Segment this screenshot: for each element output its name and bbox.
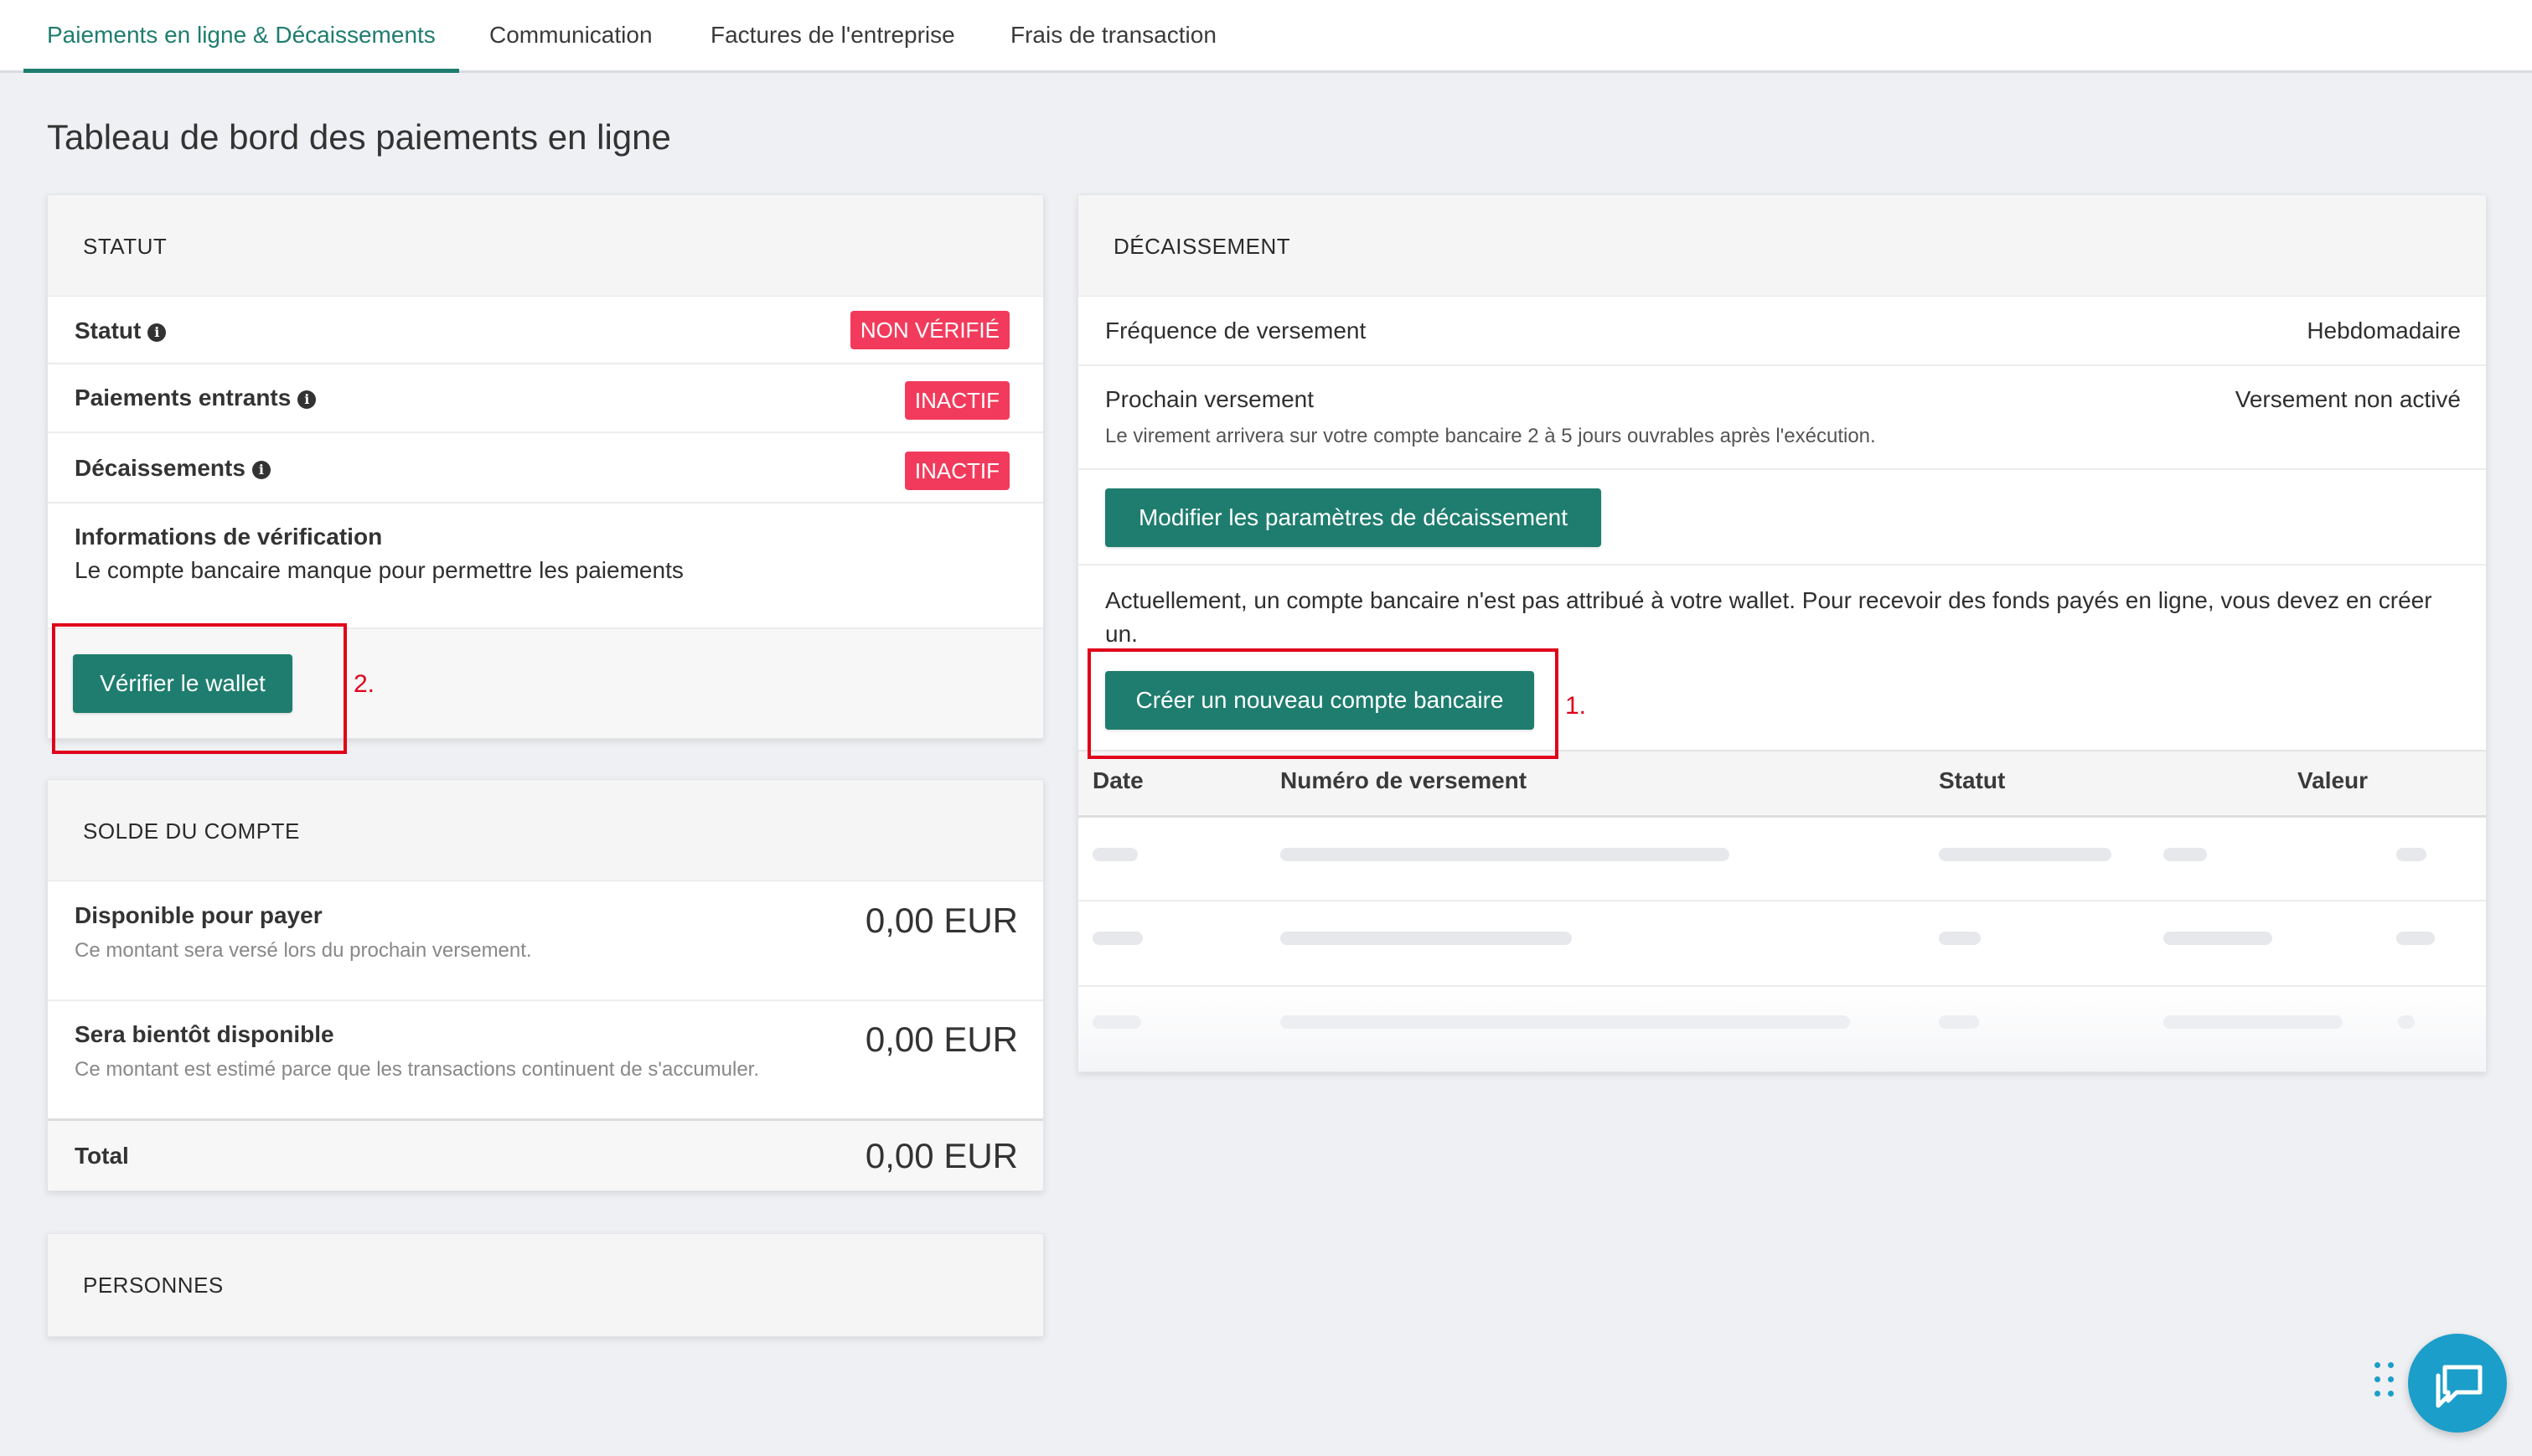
disbursements-label-text: Décaissements	[75, 455, 245, 481]
disbursement-card-title: DÉCAISSEMENT	[1114, 234, 1291, 259]
available-amount: 0,00 EUR	[865, 901, 1018, 940]
column-header-date[interactable]: Date	[1093, 767, 1144, 794]
tab-company-invoices[interactable]: Factures de l'entreprise	[711, 0, 955, 70]
available-sub: Ce montant sera versé lors du prochain v…	[75, 939, 532, 962]
skeleton-bar	[2163, 932, 2272, 945]
skeleton-bar	[2396, 932, 2435, 945]
annotation-step-2: 2.	[354, 670, 375, 698]
skeleton-bar	[1093, 932, 1143, 945]
disbursements-row: Décaissements i INACTIF	[48, 433, 1043, 503]
next-payout-sub: Le virement arrivera sur votre compte ba…	[1105, 425, 1876, 447]
incoming-payments-row: Paiements entrants i INACTIF	[48, 364, 1043, 433]
soon-available-row: Sera bientôt disponible Ce montant est e…	[48, 1001, 1043, 1121]
skeleton-bar	[2396, 848, 2426, 861]
table-row	[1078, 987, 2486, 1071]
chat-button[interactable]	[2408, 1334, 2507, 1433]
status-row: Statut i NON VÉRIFIÉ	[48, 296, 1043, 364]
skeleton-bar	[2163, 848, 2207, 861]
soon-available-sub: Ce montant est estimé parce que les tran…	[75, 1058, 760, 1081]
persons-card: PERSONNES	[47, 1233, 1044, 1337]
available-row: Disponible pour payer Ce montant sera ve…	[48, 880, 1043, 1001]
skeleton-bar	[1093, 1015, 1141, 1029]
info-icon[interactable]: i	[251, 461, 271, 479]
column-header-value[interactable]: Valeur	[2297, 767, 2368, 794]
skeleton-bar	[1280, 848, 1729, 861]
balance-card-title: SOLDE DU COMPTE	[83, 818, 300, 844]
payout-frequency-label: Fréquence de versement	[1105, 318, 1367, 343]
grid-dots-icon[interactable]	[2373, 1362, 2398, 1402]
highlight-box-verify	[52, 623, 347, 754]
total-label: Total	[75, 1143, 129, 1169]
chat-icon	[2436, 1365, 2483, 1408]
modify-settings-row: Modifier les paramètres de décaissement	[1078, 470, 2486, 565]
available-label: Disponible pour payer	[75, 902, 323, 928]
payout-frequency-row: Fréquence de versement Hebdomadaire	[1078, 296, 2486, 366]
total-amount: 0,00 EUR	[865, 1136, 1018, 1175]
incoming-payments-label: Paiements entrants i	[75, 385, 317, 411]
tab-online-payments[interactable]: Paiements en ligne & Décaissements	[23, 0, 459, 73]
next-payout-value: Versement non activé	[2235, 386, 2461, 412]
skeleton-bar	[1093, 848, 1138, 861]
info-icon[interactable]: i	[147, 323, 167, 342]
next-payout-row: Prochain versement Versement non activé …	[1078, 366, 2486, 470]
column-header-payout-number[interactable]: Numéro de versement	[1280, 767, 1527, 794]
status-card-title: STATUT	[83, 234, 168, 259]
disbursements-label: Décaissements i	[75, 455, 271, 482]
skeleton-bar	[1939, 932, 1981, 945]
verification-title: Informations de vérification	[75, 524, 383, 550]
status-label: Statut i	[75, 318, 167, 344]
status-label-text: Statut	[75, 318, 142, 343]
disbursements-badge: INACTIF	[904, 452, 1010, 490]
incoming-payments-badge: INACTIF	[904, 381, 1010, 420]
skeleton-bar	[1939, 1015, 1979, 1029]
skeleton-bar	[2163, 1015, 2343, 1029]
verification-text: Le compte bancaire manque pour permettre…	[75, 557, 684, 583]
balance-card: SOLDE DU COMPTE Disponible pour payer Ce…	[47, 779, 1044, 1191]
modify-disbursement-settings-button[interactable]: Modifier les paramètres de décaissement	[1105, 488, 1601, 547]
info-icon[interactable]: i	[297, 390, 317, 409]
column-header-status[interactable]: Statut	[1939, 767, 2005, 794]
tab-communication[interactable]: Communication	[489, 0, 653, 70]
verification-info-row: Informations de vérification Le compte b…	[48, 503, 1043, 629]
payout-frequency-value: Hebdomadaire	[2307, 318, 2461, 343]
incoming-payments-label-text: Paiements entrants	[75, 385, 292, 410]
bank-account-notice: Actuellement, un compte bancaire n'est p…	[1105, 587, 2432, 647]
status-card-header: STATUT	[48, 195, 1043, 297]
highlight-box-create-account	[1088, 648, 1558, 759]
balance-card-header: SOLDE DU COMPTE	[48, 780, 1043, 881]
annotation-step-1: 1.	[1565, 692, 1587, 720]
persons-card-title: PERSONNES	[83, 1273, 224, 1298]
soon-available-amount: 0,00 EUR	[865, 1020, 1018, 1059]
skeleton-bar	[1280, 932, 1572, 945]
skeleton-bar	[1280, 1015, 1850, 1029]
total-row: Total 0,00 EUR	[48, 1121, 1043, 1190]
page-title: Tableau de bord des paiements en ligne	[47, 117, 671, 157]
top-tabs: Paiements en ligne & Décaissements Commu…	[0, 0, 2532, 73]
disbursement-card-header: DÉCAISSEMENT	[1078, 195, 2486, 297]
status-badge: NON VÉRIFIÉ	[850, 311, 1010, 349]
skeleton-bar	[1939, 848, 2111, 861]
next-payout-label: Prochain versement	[1105, 386, 1315, 412]
skeleton-bar	[2398, 1015, 2415, 1029]
soon-available-label: Sera bientôt disponible	[75, 1021, 334, 1047]
tab-transaction-fees[interactable]: Frais de transaction	[1010, 0, 1217, 70]
